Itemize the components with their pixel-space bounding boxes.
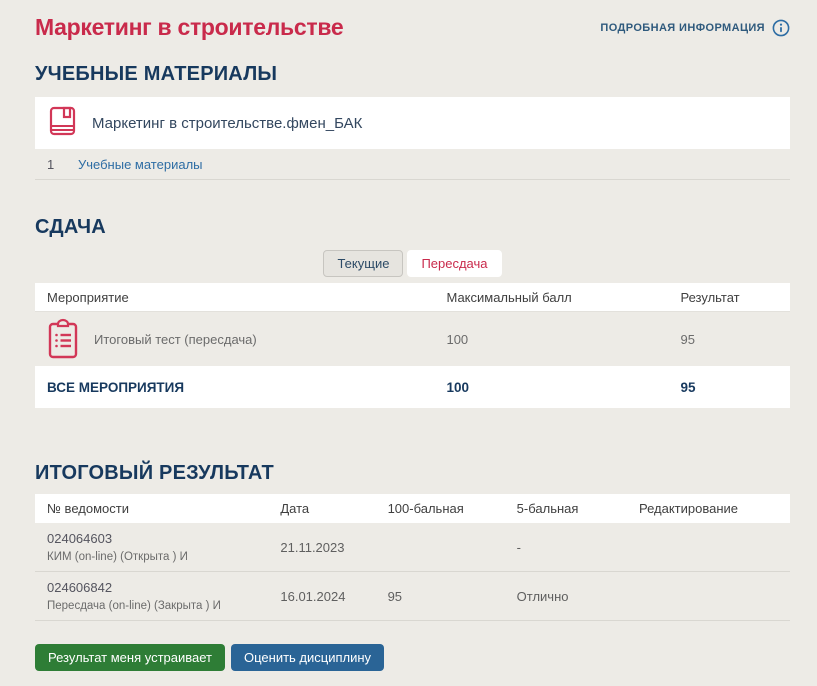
event-result: 95 — [681, 332, 790, 347]
column-event: Мероприятие — [35, 290, 446, 305]
total-result: 95 — [681, 380, 790, 395]
statement-date: 21.11.2023 — [280, 540, 387, 555]
statement-type: КИМ (on-line) (Открыта ) И — [47, 551, 280, 563]
tab-retake[interactable]: Пересдача — [407, 250, 501, 277]
statement-date: 16.01.2024 — [280, 589, 387, 604]
accept-result-button[interactable]: Результат меня устраивает — [35, 644, 225, 671]
statement-number: 024064603 — [47, 531, 280, 546]
book-icon — [49, 106, 76, 141]
statement-type: Пересдача (on-line) (Закрыта ) И — [47, 600, 280, 612]
column-editing: Редактирование — [639, 501, 790, 516]
statement-score-5: - — [517, 540, 639, 555]
info-circle-icon[interactable] — [772, 19, 790, 37]
table-row: 024064603 КИМ (on-line) (Открыта ) И 21.… — [35, 523, 790, 572]
column-100-scale: 100-бальная — [388, 501, 517, 516]
details-info-link[interactable]: ПОДРОБНАЯ ИНФОРМАЦИЯ — [600, 19, 790, 37]
column-statement-number: № ведомости — [35, 501, 280, 516]
details-info-label: ПОДРОБНАЯ ИНФОРМАЦИЯ — [600, 22, 765, 34]
table-row: 024606842 Пересдача (on-line) (Закрыта )… — [35, 572, 790, 621]
clipboard-list-icon — [47, 318, 79, 360]
submission-total-row: ВСЕ МЕРОПРИЯТИЯ 100 95 — [35, 366, 790, 408]
statement-number: 024606842 — [47, 580, 280, 595]
column-date: Дата — [280, 501, 387, 516]
event-name: Итоговый тест (пересдача) — [94, 332, 257, 347]
materials-heading: УЧЕБНЫЕ МАТЕРИАЛЫ — [35, 63, 790, 86]
submission-heading: СДАЧА — [35, 216, 790, 239]
event-max-score: 100 — [446, 332, 680, 347]
rate-discipline-button[interactable]: Оценить дисциплину — [231, 644, 384, 671]
total-label: ВСЕ МЕРОПРИЯТИЯ — [35, 380, 446, 395]
submission-table-header: Мероприятие Максимальный балл Результат — [35, 283, 790, 312]
course-link[interactable]: Маркетинг в строительстве.фмен_БАК — [92, 115, 362, 132]
page: Маркетинг в строительстве ПОДРОБНАЯ ИНФО… — [0, 0, 817, 671]
total-max-score: 100 — [446, 380, 680, 395]
table-row: Итоговый тест (пересдача) 100 95 — [35, 312, 790, 366]
submission-table: Мероприятие Максимальный балл Результат — [35, 283, 790, 408]
statement-score-5: Отлично — [517, 589, 639, 604]
column-max-score: Максимальный балл — [446, 290, 680, 305]
action-buttons: Результат меня устраивает Оценить дисцип… — [35, 644, 790, 671]
material-link[interactable]: Учебные материалы — [78, 157, 203, 172]
submission-tabs: Текущие Пересдача — [35, 250, 790, 277]
page-title: Маркетинг в строительстве — [35, 14, 343, 41]
material-number: 1 — [35, 157, 75, 172]
statement-score-100: 95 — [388, 589, 517, 604]
page-header: Маркетинг в строительстве ПОДРОБНАЯ ИНФО… — [35, 14, 790, 41]
final-table-header: № ведомости Дата 100-бальная 5-бальная Р… — [35, 494, 790, 523]
material-row: 1 Учебные материалы — [35, 149, 790, 180]
course-card[interactable]: Маркетинг в строительстве.фмен_БАК — [35, 97, 790, 149]
column-result: Результат — [681, 290, 790, 305]
column-5-scale: 5-бальная — [517, 501, 639, 516]
tab-current[interactable]: Текущие — [323, 250, 403, 277]
final-result-heading: ИТОГОВЫЙ РЕЗУЛЬТАТ — [35, 462, 790, 485]
final-result-table: № ведомости Дата 100-бальная 5-бальная Р… — [35, 494, 790, 621]
